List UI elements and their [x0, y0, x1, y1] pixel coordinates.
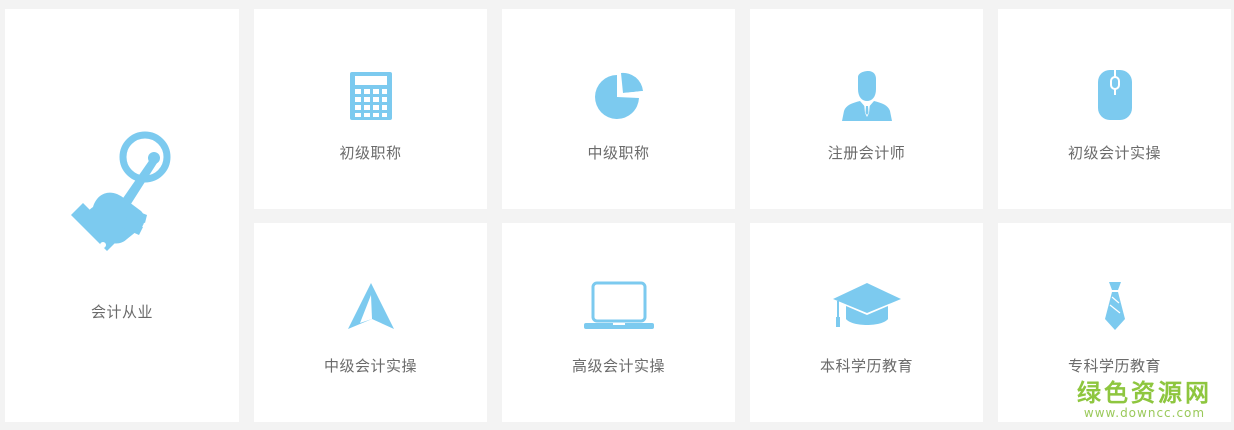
necktie-icon — [1104, 282, 1125, 330]
tile-senior-practice[interactable]: 高级会计实操 — [502, 223, 735, 422]
tile-junior-practice[interactable]: 初级会计实操 — [998, 9, 1231, 209]
tile-label: 本科学历教育 — [819, 358, 913, 375]
tile-cpa[interactable]: 注册会计师 — [750, 9, 983, 209]
tile-intermediate-title[interactable]: 中级职称 — [502, 9, 735, 209]
pie-chart-icon — [594, 72, 643, 119]
businessman-icon — [841, 71, 892, 121]
tile-intermediate-practice[interactable]: 中级会计实操 — [254, 223, 487, 422]
watermark: 绿色资源网 www.downcc.com — [1077, 380, 1212, 420]
calculator-icon — [349, 72, 392, 120]
watermark-url: www.downcc.com — [1083, 406, 1206, 420]
tile-label: 高级会计实操 — [571, 358, 665, 375]
tile-label: 会计从业 — [90, 304, 153, 321]
tile-accounting-qualification[interactable]: 会计从业 — [5, 9, 239, 422]
tile-bachelor-education[interactable]: 本科学历教育 — [750, 223, 983, 422]
tile-label: 中级会计实操 — [323, 358, 417, 375]
watermark-title: 绿色资源网 — [1077, 379, 1212, 407]
category-grid: 会计从业 初级职称 中级职称 注册会计师 初级会计实操 中级会计实操 高级会计实… — [0, 0, 1234, 430]
tile-label: 中级职称 — [587, 145, 650, 162]
graduation-cap-icon — [832, 283, 901, 327]
tile-label: 初级职称 — [339, 145, 402, 162]
tile-label: 注册会计师 — [827, 145, 906, 162]
tile-junior-title[interactable]: 初级职称 — [254, 9, 487, 209]
tile-label: 初级会计实操 — [1067, 145, 1161, 162]
laptop-icon — [583, 281, 654, 329]
mouse-icon — [1097, 70, 1132, 120]
tile-label: 专科学历教育 — [1067, 358, 1161, 375]
navigation-arrow-icon — [347, 283, 394, 329]
hand-pointing-icon — [71, 131, 171, 251]
